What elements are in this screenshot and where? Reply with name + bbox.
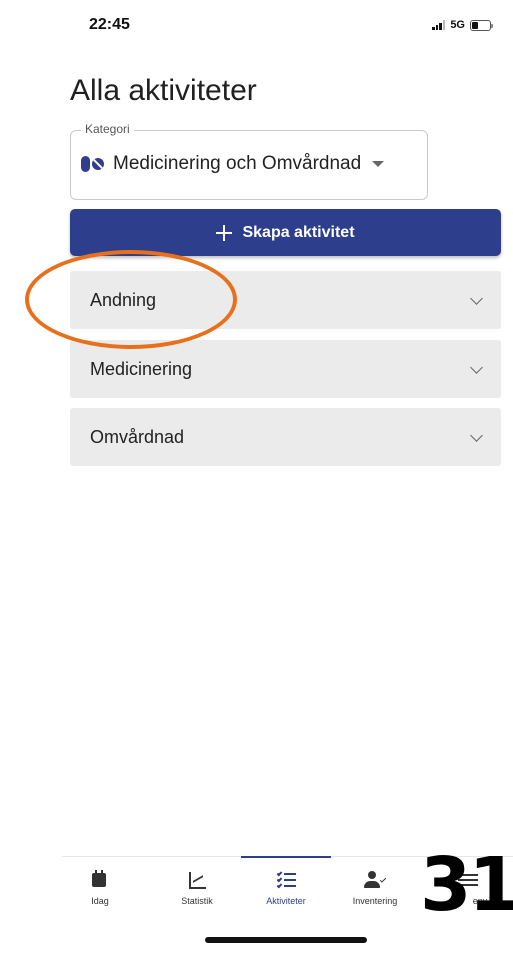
active-tab-indicator xyxy=(241,856,331,858)
nav-label: Idag xyxy=(91,896,109,906)
chevron-down-icon xyxy=(470,360,483,374)
line-chart-icon xyxy=(185,869,209,891)
dropdown-caret-icon xyxy=(372,161,385,167)
signal-icon xyxy=(432,20,446,30)
overlay-step-number: 31 xyxy=(420,842,513,928)
network-type: 5G xyxy=(450,19,465,31)
chevron-down-icon xyxy=(470,291,483,305)
accordion-label: Andning xyxy=(90,289,157,310)
category-value-label: Medicinering och Omvårdnad xyxy=(113,153,362,174)
battery-icon xyxy=(470,19,493,31)
nav-label: Aktiviteter xyxy=(266,896,306,906)
create-activity-button[interactable]: Skapa aktivitet xyxy=(70,209,501,256)
accordion-item-omvardnad[interactable]: Omvårdnad xyxy=(70,408,501,466)
category-selected-value[interactable]: Medicinering och Omvårdnad xyxy=(81,153,385,175)
category-legend: Kategori xyxy=(81,122,134,136)
nav-label: Inventering xyxy=(352,896,398,906)
nav-item-idag[interactable]: Idag xyxy=(55,869,145,906)
accordion-label: Omvårdnad xyxy=(90,426,185,447)
nav-label: Statistik xyxy=(181,896,213,906)
category-select[interactable]: Kategori Medicinering och Omvårdnad xyxy=(70,122,428,200)
page-title: Alla aktiviteter xyxy=(70,74,257,107)
plus-icon xyxy=(216,224,233,241)
calendar-icon xyxy=(88,869,112,891)
nav-item-statistik[interactable]: Statistik xyxy=(152,869,242,906)
nav-item-inventering[interactable]: Inventering xyxy=(330,869,420,906)
nav-item-aktiviteter[interactable]: Aktiviteter xyxy=(241,869,331,906)
status-indicators: 5G xyxy=(432,19,493,31)
checklist-icon xyxy=(274,869,298,891)
create-activity-label: Skapa aktivitet xyxy=(242,223,355,241)
accordion-label: Medicinering xyxy=(90,358,193,379)
pills-icon xyxy=(81,156,104,172)
person-check-icon xyxy=(363,869,387,891)
accordion-item-andning[interactable]: Andning xyxy=(70,271,501,329)
chevron-down-icon xyxy=(470,428,483,442)
accordion-item-medicinering[interactable]: Medicinering xyxy=(70,340,501,398)
status-bar: 22:45 5G xyxy=(0,0,513,50)
status-time: 22:45 xyxy=(89,16,130,33)
home-indicator[interactable] xyxy=(205,937,367,943)
